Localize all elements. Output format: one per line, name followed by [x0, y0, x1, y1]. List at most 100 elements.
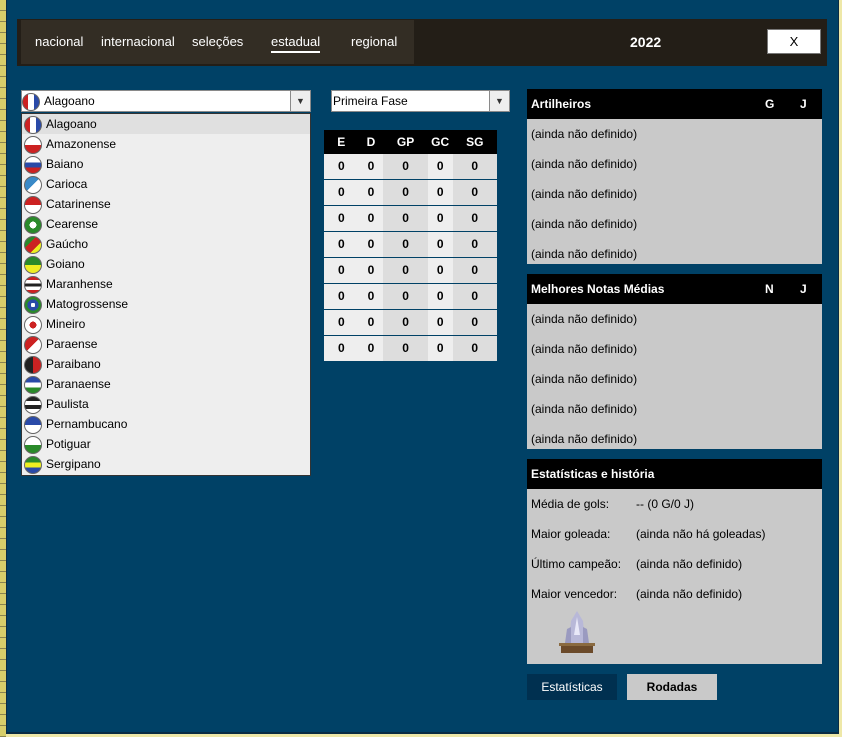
table-row: 00000 — [324, 310, 497, 336]
state-flag-icon — [24, 295, 42, 314]
dropdown-item[interactable]: Paraense — [22, 334, 310, 354]
dropdown-item[interactable]: Cearense — [22, 214, 310, 234]
dropdown-item-label: Matogrossense — [46, 297, 129, 311]
stat-row: Maior goleada: (ainda não há goleadas) — [527, 519, 822, 549]
dropdown-item-label: Potiguar — [46, 437, 91, 451]
state-select[interactable]: Alagoano ▼ — [21, 90, 311, 112]
main-window: nacional internacional seleções estadual… — [6, 0, 839, 734]
trophy-icon — [559, 611, 595, 653]
standings-cell: 0 — [436, 185, 444, 199]
dropdown-item-label: Maranhense — [46, 277, 113, 291]
dropdown-item[interactable]: Paulista — [22, 394, 310, 414]
standings-cell: 0 — [367, 315, 375, 329]
artilheiros-panel: Artilheiros G J (ainda não definido) (ain… — [527, 89, 822, 264]
stat-value: (ainda não definido) — [636, 557, 743, 571]
standings-cell: 0 — [436, 211, 444, 225]
dropdown-item[interactable]: Potiguar — [22, 434, 310, 454]
list-item: (ainda não definido) — [531, 187, 638, 201]
standings-cell: 0 — [337, 185, 345, 199]
close-button[interactable]: X — [767, 29, 821, 54]
notas-header: Melhores Notas Médias N J — [527, 274, 822, 304]
list-item: (ainda não definido) — [531, 247, 638, 261]
dropdown-item[interactable]: Sergipano — [22, 454, 310, 474]
dropdown-item[interactable]: Matogrossense — [22, 294, 310, 314]
standings-cell: 0 — [367, 185, 375, 199]
dropdown-item-label: Paulista — [46, 397, 89, 411]
dropdown-item[interactable]: Mineiro — [22, 314, 310, 334]
stat-label: Média de gols: — [531, 497, 610, 511]
dropdown-item[interactable]: Goiano — [22, 254, 310, 274]
col-sg: SG — [452, 130, 497, 154]
standings-cell: 0 — [367, 159, 375, 173]
stat-row: Último campeão: (ainda não definido) — [527, 549, 822, 579]
standings-cell: 0 — [452, 154, 497, 179]
standings-cell: 0 — [452, 336, 497, 361]
table-row: 00000 — [324, 180, 497, 206]
dropdown-item-label: Amazonense — [46, 137, 117, 151]
state-select-value: Alagoano — [44, 94, 95, 108]
phase-select[interactable]: Primeira Fase ▼ — [331, 90, 510, 112]
stat-label: Último campeão: — [531, 557, 622, 571]
standings-table: E D GP GC SG 000000000000000000000000000… — [324, 130, 497, 362]
col-j: J — [800, 97, 807, 111]
alagoas-flag-icon — [22, 92, 40, 111]
dropdown-item[interactable]: Amazonense — [22, 134, 310, 154]
artilheiros-title: Artilheiros — [531, 97, 592, 111]
dropdown-item[interactable]: Paranaense — [22, 374, 310, 394]
state-flag-icon — [24, 195, 42, 214]
table-row: 00000 — [324, 154, 497, 180]
table-row: 00000 — [324, 336, 497, 362]
table-row: 00000 — [324, 284, 497, 310]
standings-cell: 0 — [383, 258, 428, 283]
stat-value: (ainda não definido) — [636, 587, 743, 601]
standings-cell: 0 — [367, 263, 375, 277]
dropdown-item-label: Goiano — [46, 257, 85, 271]
standings-cell: 0 — [452, 258, 497, 283]
nav-nacional[interactable]: nacional — [35, 34, 83, 49]
dropdown-item[interactable]: Baiano — [22, 154, 310, 174]
estatisticas-header: Estatísticas e história — [527, 459, 822, 489]
dropdown-item[interactable]: Paraibano — [22, 354, 310, 374]
nav-internacional[interactable]: internacional — [101, 34, 175, 49]
state-flag-icon — [24, 235, 42, 254]
state-flag-icon — [24, 355, 42, 374]
standings-cell: 0 — [383, 206, 428, 231]
chevron-down-icon[interactable]: ▼ — [290, 91, 310, 111]
dropdown-item[interactable]: Alagoano — [22, 114, 310, 134]
state-flag-icon — [24, 455, 42, 474]
standings-cell: 0 — [367, 237, 375, 251]
list-item: (ainda não definido) — [531, 432, 638, 446]
state-dropdown-list[interactable]: Alagoano Amazonense Baiano Carioca Catarinen… — [21, 113, 311, 476]
tab-estatisticas[interactable]: Estatísticas — [527, 674, 617, 700]
dropdown-item-label: Gaúcho — [46, 237, 89, 251]
state-flag-icon — [24, 115, 42, 134]
state-flag-icon — [24, 275, 42, 294]
dropdown-item-label: Cearense — [46, 217, 99, 231]
dropdown-item-label: Carioca — [46, 177, 88, 191]
standings-cell: 0 — [337, 289, 345, 303]
dropdown-item[interactable]: Pernambucano — [22, 414, 310, 434]
dropdown-item-label: Paraense — [46, 337, 98, 351]
standings-cell: 0 — [383, 232, 428, 257]
dropdown-item-label: Catarinense — [46, 197, 111, 211]
standings-cell: 0 — [383, 154, 428, 179]
estatisticas-title: Estatísticas e história — [531, 467, 655, 481]
estatisticas-panel: Estatísticas e história Média de gols: --… — [527, 459, 822, 664]
tab-rodadas[interactable]: Rodadas — [627, 674, 717, 700]
col-e: E — [337, 135, 346, 149]
dropdown-item[interactable]: Gaúcho — [22, 234, 310, 254]
chevron-down-icon[interactable]: ▼ — [489, 91, 509, 111]
dropdown-item[interactable]: Maranhense — [22, 274, 310, 294]
nav-regional[interactable]: regional — [351, 34, 397, 49]
dropdown-item[interactable]: Catarinense — [22, 194, 310, 214]
standings-cell: 0 — [436, 315, 444, 329]
dropdown-item-label: Baiano — [46, 157, 84, 171]
nav-selecoes[interactable]: seleções — [192, 34, 243, 49]
dropdown-item[interactable]: Carioca — [22, 174, 310, 194]
standings-cell: 0 — [452, 284, 497, 309]
col-gp: GP — [383, 130, 428, 154]
col-n: N — [765, 282, 774, 296]
standings-cell: 0 — [436, 341, 444, 355]
nav-estadual[interactable]: estadual — [271, 34, 321, 53]
state-flag-icon — [24, 175, 42, 194]
